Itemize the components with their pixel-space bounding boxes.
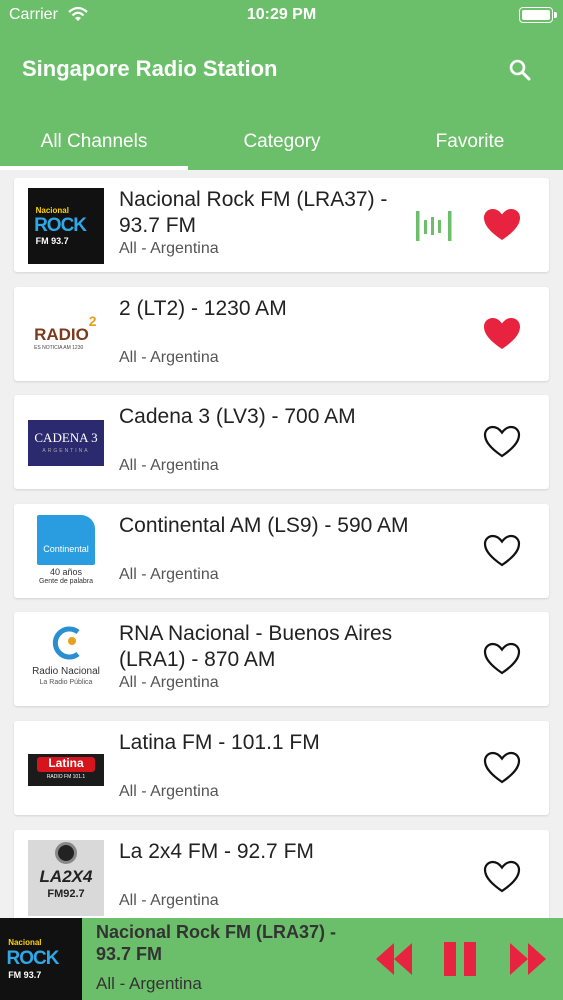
- logo-line3: Gente de palabra: [38, 577, 94, 585]
- tab-category[interactable]: Category: [188, 110, 376, 170]
- station-card[interactable]: Latina RADIO FM 101.1 Latina FM - 101.1 …: [14, 721, 549, 815]
- station-logo: CADENA 3 ARGENTINA: [28, 405, 104, 482]
- station-subtitle: All - Argentina: [119, 348, 219, 366]
- logo-line3: FM 93.7: [35, 235, 69, 246]
- heart-filled-icon[interactable]: [483, 317, 521, 351]
- logo-line2: La Radio Pública: [39, 678, 93, 686]
- logo-line1: Radio Nacional: [32, 666, 100, 678]
- station-logo: Nacional ROCK FM 93.7: [28, 188, 104, 264]
- station-subtitle: All - Argentina: [119, 565, 219, 583]
- station-logo: LA2X4 FM92.7: [28, 839, 104, 916]
- logo-line2: RADIO FM 101.1: [46, 773, 86, 780]
- station-card[interactable]: LA2X4 FM92.7 La 2x4 FM - 92.7 FM All - A…: [14, 829, 549, 924]
- radio-nacional-logo: Radio Nacional La Radio Pública: [28, 622, 104, 699]
- logo-line1: Continental: [43, 544, 89, 555]
- station-name: RNA Nacional - Buenos Aires (LRA1) - 870…: [119, 622, 393, 672]
- station-logo: Continental 40 años Gente de palabra: [28, 513, 104, 590]
- station-card[interactable]: RADIO 2 ES NOTICIA AM 1230 2 (LT2) - 123…: [14, 286, 549, 381]
- logo-line3: ES NOTICIA AM 1230: [34, 345, 84, 352]
- status-bar: Carrier 10:29 PM: [0, 0, 563, 30]
- station-logo: Radio Nacional La Radio Pública: [28, 622, 104, 699]
- station-name: Continental AM (LS9) - 590 AM: [119, 513, 409, 537]
- la2x4-logo: LA2X4 FM92.7: [28, 839, 104, 916]
- continental-logo: Continental 40 años Gente de palabra: [28, 513, 104, 590]
- heart-outline-icon[interactable]: [483, 642, 521, 676]
- station-card[interactable]: CADENA 3 ARGENTINA Cadena 3 (LV3) - 700 …: [14, 395, 549, 490]
- search-icon[interactable]: [508, 58, 532, 82]
- logo-line1: Latina: [48, 756, 84, 771]
- logo-line2: 40 años: [49, 566, 83, 577]
- station-card[interactable]: Nacional ROCK FM 93.7 Nacional Rock FM (…: [14, 178, 549, 272]
- station-name: Cadena 3 (LV3) - 700 AM: [119, 405, 356, 429]
- heart-outline-icon[interactable]: [483, 534, 521, 568]
- tab-bar: All Channels Category Favorite: [0, 110, 563, 170]
- now-playing-title: Nacional Rock FM (LRA37) - 93.7 FM: [96, 922, 337, 964]
- station-name: Latina FM - 101.1 FM: [119, 731, 320, 754]
- pause-icon[interactable]: [440, 939, 480, 979]
- station-subtitle: All - Argentina: [119, 240, 219, 257]
- logo-line1: Nacional: [35, 206, 69, 216]
- cadena3-logo: CADENA 3 ARGENTINA: [28, 405, 104, 482]
- now-playing-subtitle: All - Argentina: [96, 974, 202, 993]
- logo-line2: 2: [88, 313, 97, 330]
- station-logo: RADIO 2 ES NOTICIA AM 1230: [28, 296, 104, 373]
- logo-line2: FM92.7: [47, 888, 85, 901]
- logo-line2: ARGENTINA: [42, 447, 90, 454]
- latina-logo: Latina RADIO FM 101.1: [28, 731, 104, 807]
- heart-outline-icon[interactable]: [483, 860, 521, 894]
- nacional-rock-logo: Nacional ROCK FM 93.7: [28, 188, 104, 264]
- nacional-rock-logo: Nacional ROCK FM 93.7: [0, 918, 82, 1000]
- station-subtitle: All - Argentina: [119, 891, 219, 909]
- logo-line2: ROCK: [34, 215, 87, 237]
- radio2-logo: RADIO 2 ES NOTICIA AM 1230: [28, 296, 104, 373]
- station-subtitle: All - Argentina: [119, 674, 219, 692]
- station-name: 2 (LT2) - 1230 AM: [119, 296, 287, 320]
- logo-line1: LA2X4: [39, 866, 93, 886]
- app-header: Carrier 10:29 PM Singapore Radio Station…: [0, 0, 563, 170]
- station-name: Nacional Rock FM (LRA37) - 93.7 FM: [119, 188, 388, 237]
- status-time: 10:29 PM: [246, 6, 317, 23]
- logo-line3: FM 93.7: [8, 969, 42, 980]
- station-subtitle: All - Argentina: [119, 457, 219, 475]
- heart-outline-icon[interactable]: [483, 425, 521, 459]
- station-subtitle: All - Argentina: [119, 783, 219, 800]
- logo-line1: CADENA 3: [34, 430, 98, 446]
- app-title: Singapore Radio Station: [22, 56, 278, 81]
- tab-all-channels[interactable]: All Channels: [0, 110, 188, 170]
- battery-icon: [519, 7, 557, 23]
- logo-line2: ROCK: [6, 947, 60, 969]
- logo-line1: RADIO: [34, 325, 89, 345]
- logo-line1: Nacional: [8, 937, 42, 947]
- fast-forward-icon[interactable]: [508, 939, 548, 979]
- equalizer-icon: [416, 211, 452, 241]
- heart-filled-icon[interactable]: [483, 208, 521, 242]
- rewind-icon[interactable]: [374, 939, 414, 979]
- station-logo: Latina RADIO FM 101.1: [28, 731, 104, 807]
- heart-outline-icon[interactable]: [483, 751, 521, 785]
- now-playing-logo: Nacional ROCK FM 93.7: [0, 918, 82, 1000]
- station-card[interactable]: Continental 40 años Gente de palabra Con…: [14, 503, 549, 598]
- station-name: La 2x4 FM - 92.7 FM: [119, 839, 314, 863]
- now-playing-bar[interactable]: Nacional ROCK FM 93.7 Nacional Rock FM (…: [0, 918, 563, 1000]
- station-card[interactable]: Radio Nacional La Radio Pública RNA Naci…: [14, 612, 549, 707]
- tab-favorite[interactable]: Favorite: [376, 110, 563, 170]
